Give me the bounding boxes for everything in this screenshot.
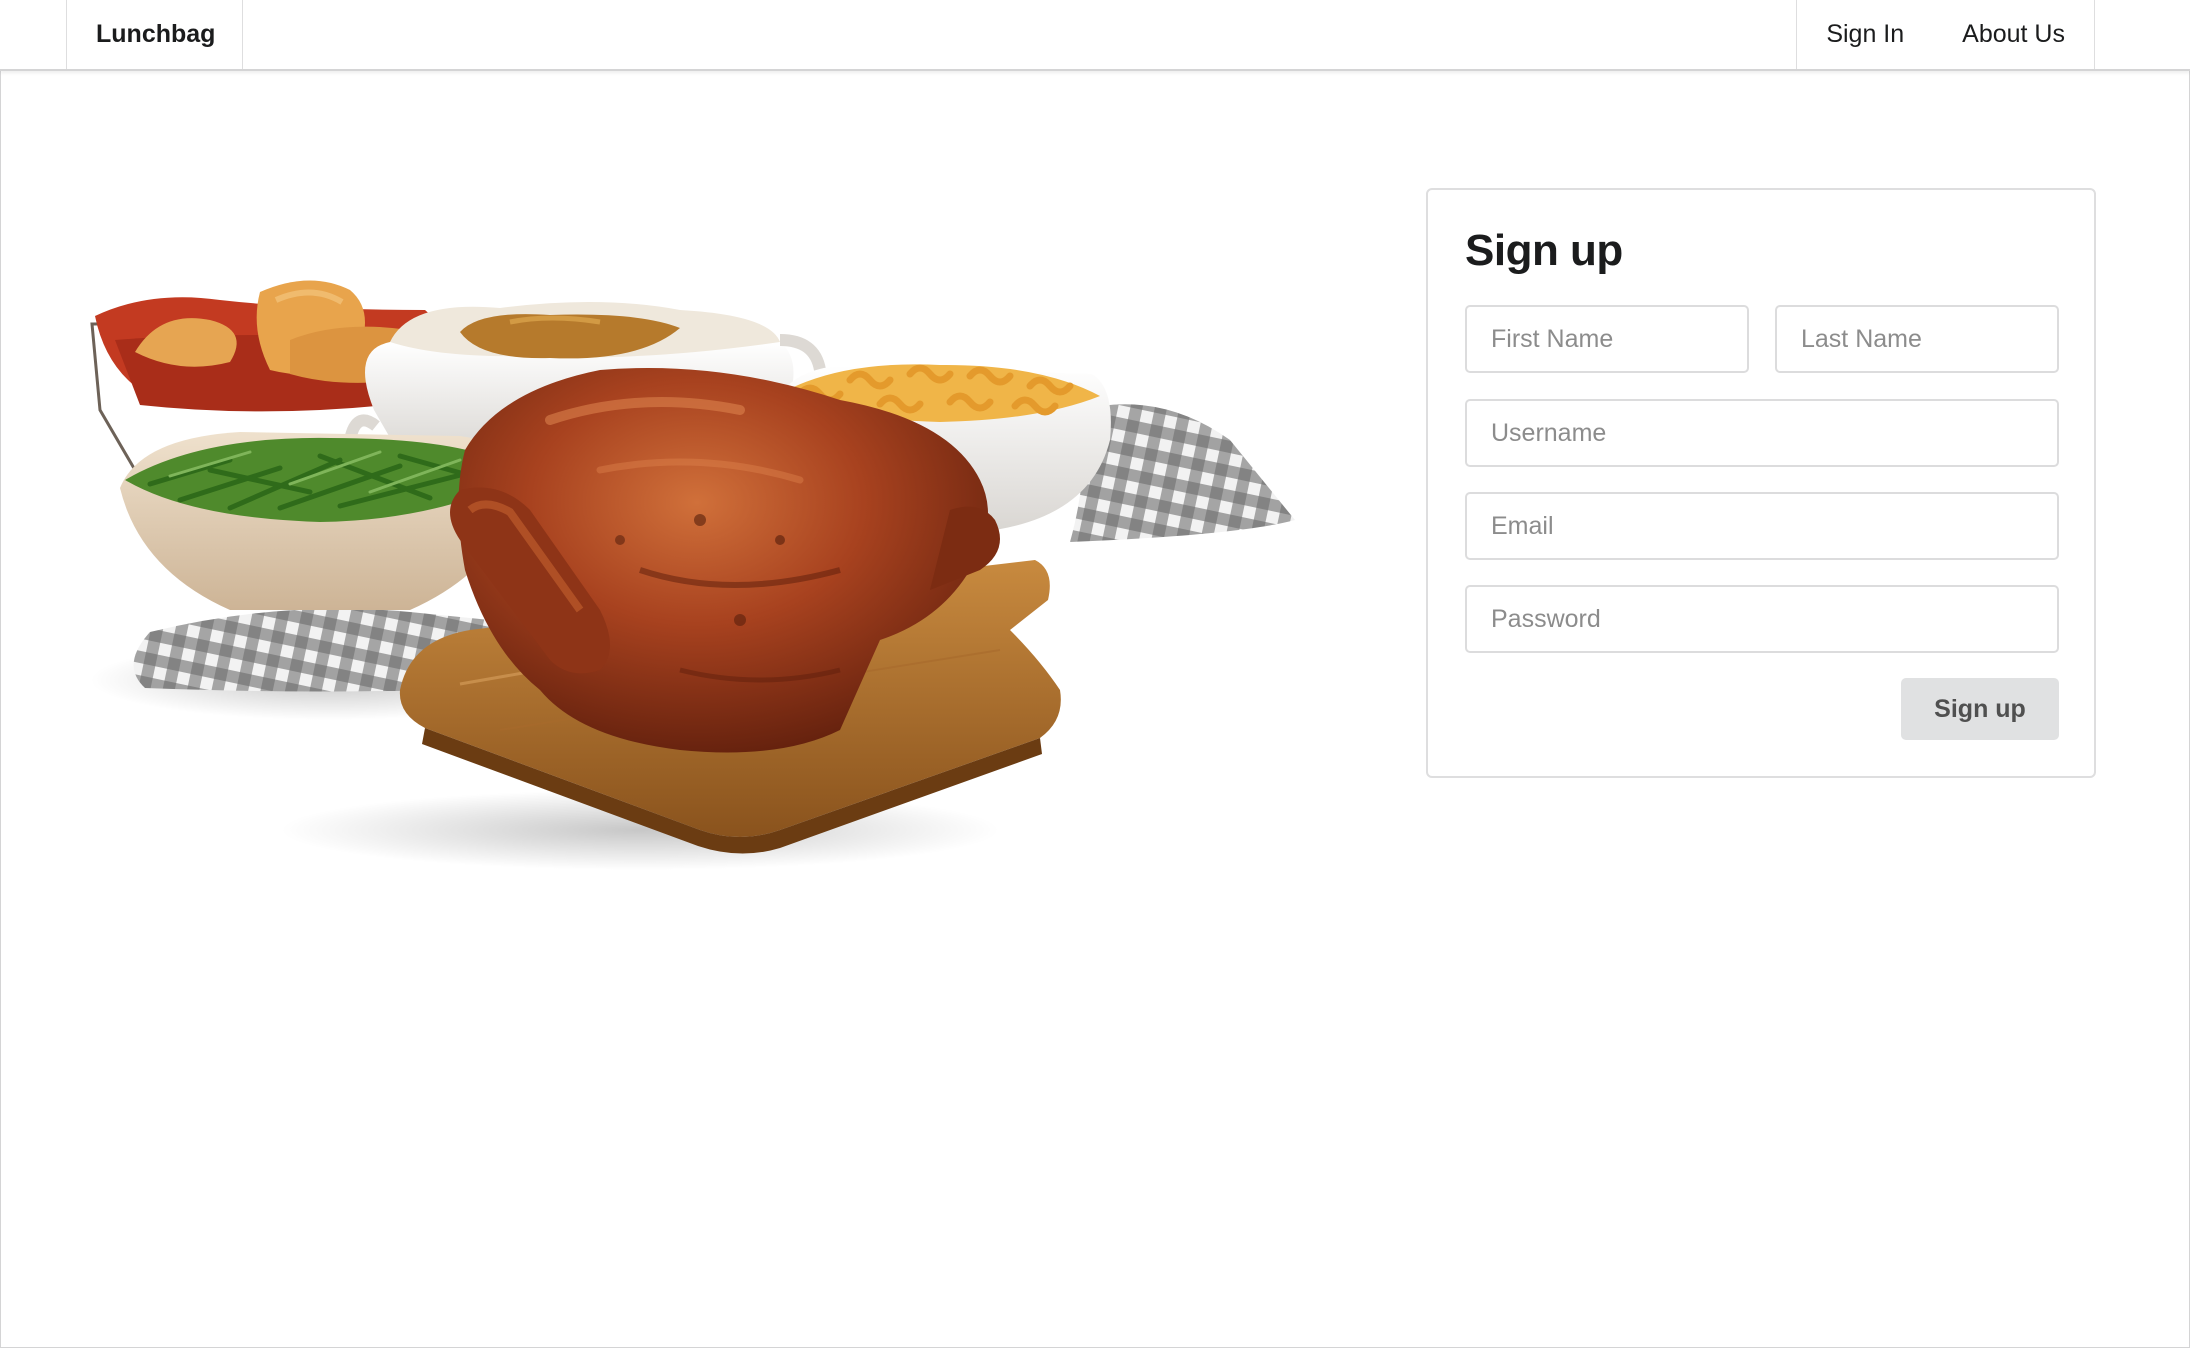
- signup-card: Sign up Sign up: [1426, 188, 2096, 778]
- password-input[interactable]: [1465, 585, 2059, 653]
- menu-spacer: [243, 0, 1796, 69]
- top-menu: Lunchbag Sign In About Us: [0, 0, 2190, 71]
- right-menu: Sign In About Us: [1796, 0, 2095, 69]
- brand-link[interactable]: Lunchbag: [66, 0, 244, 69]
- email-input[interactable]: [1465, 492, 2059, 560]
- first-name-input[interactable]: [1465, 305, 1749, 373]
- username-input[interactable]: [1465, 399, 2059, 467]
- last-name-input[interactable]: [1775, 305, 2059, 373]
- sign-up-button[interactable]: Sign up: [1901, 678, 2059, 740]
- sign-in-link[interactable]: Sign In: [1797, 0, 1933, 69]
- hero-food-image: [90, 280, 1295, 870]
- signup-heading: Sign up: [1465, 226, 1623, 275]
- about-us-link[interactable]: About Us: [1933, 0, 2094, 69]
- menu-container: Lunchbag Sign In About Us: [66, 0, 2095, 69]
